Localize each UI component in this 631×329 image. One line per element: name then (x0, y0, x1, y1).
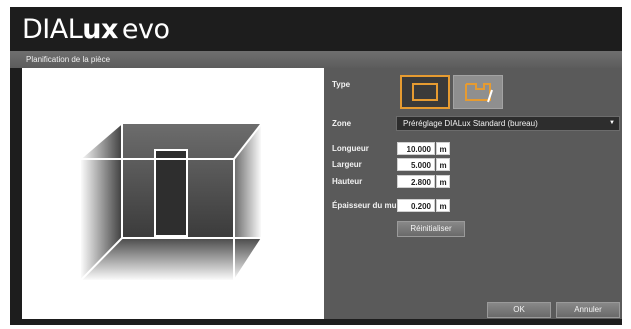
logo-part-dial: DIAL (22, 14, 83, 45)
room-door (154, 149, 188, 237)
type-label: Type (332, 80, 351, 89)
logo-part-evo: evo (121, 14, 170, 45)
cancel-button[interactable]: Annuler (556, 302, 620, 318)
logo-part-ux: ux (82, 14, 118, 45)
type-custom-button[interactable] (453, 75, 503, 109)
wall-thickness-unit: m (436, 199, 450, 212)
height-unit: m (436, 175, 450, 188)
width-label: Largeur (332, 160, 362, 169)
type-rectangle-button[interactable] (400, 75, 450, 109)
length-unit: m (436, 142, 450, 155)
zone-select[interactable]: Préréglage DIALux Standard (bureau) ▼ (396, 116, 620, 131)
room-preview (22, 68, 324, 319)
ok-button[interactable]: OK (487, 302, 551, 318)
length-label: Longueur (332, 144, 369, 153)
app-logo: DIALux evo (22, 12, 170, 48)
custom-room-edit-icon (465, 83, 493, 103)
zone-select-value: Préréglage DIALux Standard (bureau) (403, 119, 538, 128)
wall-thickness-label: Épaisseur du mur (332, 201, 400, 210)
width-unit: m (436, 158, 450, 171)
room-3d-view (79, 122, 263, 282)
zone-label: Zone (332, 119, 352, 128)
dropdown-arrow-icon: ▼ (609, 120, 615, 126)
wall-thickness-input[interactable]: 0.200 (397, 199, 435, 212)
height-input[interactable]: 2.800 (397, 175, 435, 188)
rectangle-room-icon (412, 83, 438, 101)
dialog-title: Planification de la pièce (10, 51, 622, 68)
height-label: Hauteur (332, 177, 363, 186)
reset-button[interactable]: Réinitialiser (397, 221, 465, 237)
length-input[interactable]: 10.000 (397, 142, 435, 155)
width-input[interactable]: 5.000 (397, 158, 435, 171)
